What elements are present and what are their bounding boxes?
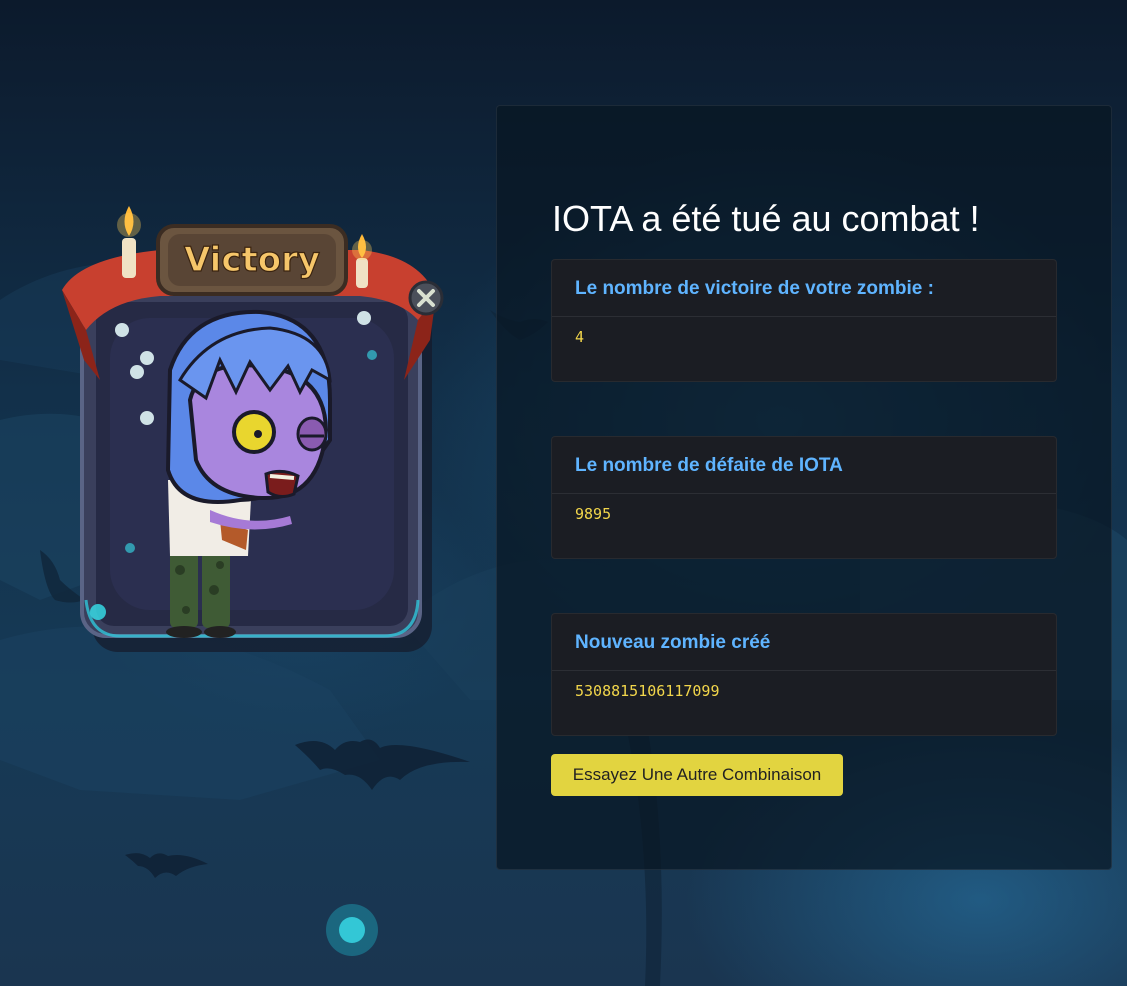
new-zombie-card: Nouveau zombie créé 5308815106117099 <box>551 613 1057 736</box>
defeats-card-header: Le nombre de défaite de IOTA <box>552 437 1056 494</box>
defeats-count: 9895 <box>575 505 612 523</box>
victory-banner-label: Victory <box>184 240 320 280</box>
new-zombie-card-header: Nouveau zombie créé <box>552 614 1056 671</box>
new-zombie-id: 5308815106117099 <box>575 682 720 700</box>
victories-card-header: Le nombre de victoire de votre zombie : <box>552 260 1056 317</box>
retry-button[interactable]: Essayez Une Autre Combinaison <box>551 754 843 796</box>
victories-count: 4 <box>575 328 585 346</box>
page-title: IOTA a été tué au combat ! <box>552 198 980 239</box>
victories-card: Le nombre de victoire de votre zombie : … <box>551 259 1057 382</box>
defeats-card: Le nombre de défaite de IOTA 9895 <box>551 436 1057 559</box>
close-icon <box>408 280 444 316</box>
